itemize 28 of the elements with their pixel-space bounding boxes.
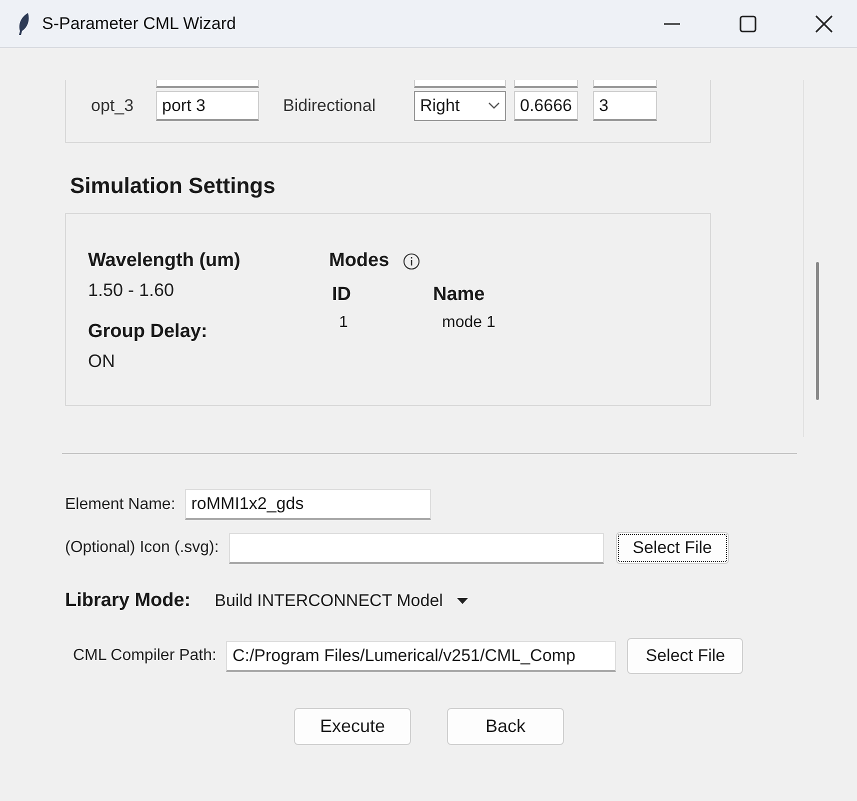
group-delay-value: ON bbox=[88, 351, 116, 372]
direction-label: Bidirectional bbox=[282, 96, 377, 116]
icon-label: (Optional) Icon (.svg): bbox=[65, 539, 219, 557]
select-file-button[interactable]: Select File bbox=[616, 532, 729, 564]
wavelength-label: Wavelength (um) bbox=[88, 250, 242, 272]
select-file-button[interactable]: Select File bbox=[627, 638, 744, 674]
section-title: Simulation Settings bbox=[70, 173, 276, 200]
compiler-path-field[interactable]: C:/Program Files/Lumerical/v251/CML_Comp bbox=[226, 640, 616, 672]
port-name: opt_3 bbox=[90, 96, 135, 116]
mode-name: mode 1 bbox=[441, 314, 496, 332]
compiler-path-label: CML Compiler Path: bbox=[73, 647, 216, 665]
library-mode-dropdown[interactable]: Build INTERCONNECT Model bbox=[214, 591, 468, 611]
window-title: S-Parameter CML Wizard bbox=[42, 14, 236, 34]
column-header: ID bbox=[331, 284, 352, 306]
library-mode-label: Library Mode: bbox=[65, 590, 191, 612]
input-field[interactable]: port 3 bbox=[156, 91, 259, 121]
side-dropdown[interactable]: Right bbox=[414, 91, 506, 121]
execute-button[interactable]: Execute bbox=[294, 708, 411, 745]
mode-id: 1 bbox=[338, 314, 349, 332]
element-name-field[interactable]: roMMI1x2_gds bbox=[185, 489, 432, 520]
input-field[interactable]: 0.6666 bbox=[514, 91, 578, 121]
input-field[interactable]: 3 bbox=[593, 91, 657, 121]
element-name-label: Element Name: bbox=[65, 496, 176, 514]
modes-label: Modes bbox=[329, 250, 390, 272]
group-delay-label: Group Delay: bbox=[88, 321, 208, 343]
column-header: Name bbox=[433, 284, 485, 306]
wavelength-value: 1.50 - 1.60 bbox=[88, 280, 176, 301]
back-button[interactable]: Back bbox=[447, 708, 564, 745]
